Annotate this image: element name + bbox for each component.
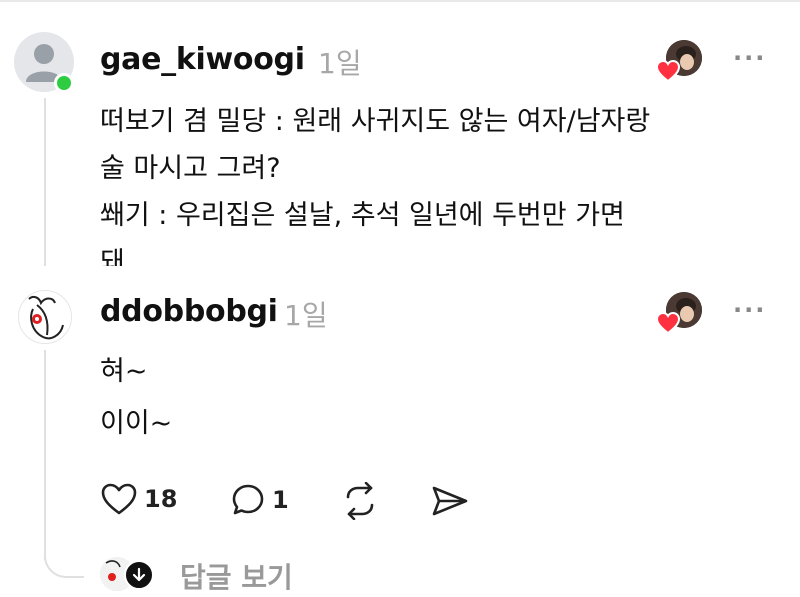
- comment-line: 떠보기 겸 밀당 : 원래 사귀지도 않는 여자/남자랑: [100, 106, 651, 137]
- comment-body: 떠보기 겸 밀당 : 원래 사귀지도 않는 여자/남자랑 술 마시고 그려? 쐐…: [100, 98, 790, 266]
- comment-line: 쐐기 : 우리집은 설날, 추석 일년에 두번만 가면: [100, 200, 625, 231]
- comment-line: 혀~: [100, 356, 148, 387]
- send-icon: [432, 486, 468, 516]
- comment-line: 술 마시고 그려?: [100, 153, 281, 184]
- more-options-icon[interactable]: ···: [733, 44, 766, 72]
- timestamp: 1일: [284, 299, 328, 332]
- thread-line: [44, 98, 46, 266]
- online-status-dot: [54, 73, 74, 93]
- username[interactable]: gae_kiwoogi: [100, 42, 305, 77]
- repost-button[interactable]: [340, 482, 380, 520]
- comment-line: 이이~: [100, 408, 173, 439]
- comment-bubble-icon: [232, 484, 264, 515]
- heart-badge-icon: [656, 60, 680, 82]
- view-replies-link[interactable]: 답글 보기: [180, 556, 293, 596]
- share-button[interactable]: [430, 484, 470, 518]
- comment-button[interactable]: 1: [230, 482, 289, 518]
- timestamp: 1일: [318, 47, 362, 80]
- heart-badge-icon: [656, 312, 680, 334]
- thread-connector: [44, 540, 84, 578]
- avatar[interactable]: [18, 290, 72, 344]
- username[interactable]: ddobbobgi: [100, 294, 278, 329]
- comment-count: 1: [272, 486, 289, 514]
- like-button[interactable]: 18: [100, 482, 177, 516]
- comment-line: 돼: [100, 247, 125, 266]
- drawn-avatar-icon: [19, 291, 71, 343]
- repost-icon: [346, 482, 374, 520]
- like-count: 18: [144, 485, 178, 513]
- top-divider: [0, 0, 800, 2]
- heart-icon: [101, 483, 137, 515]
- arrow-down-icon: [124, 560, 154, 590]
- thread-line: [44, 350, 46, 560]
- more-options-icon[interactable]: ···: [733, 296, 766, 324]
